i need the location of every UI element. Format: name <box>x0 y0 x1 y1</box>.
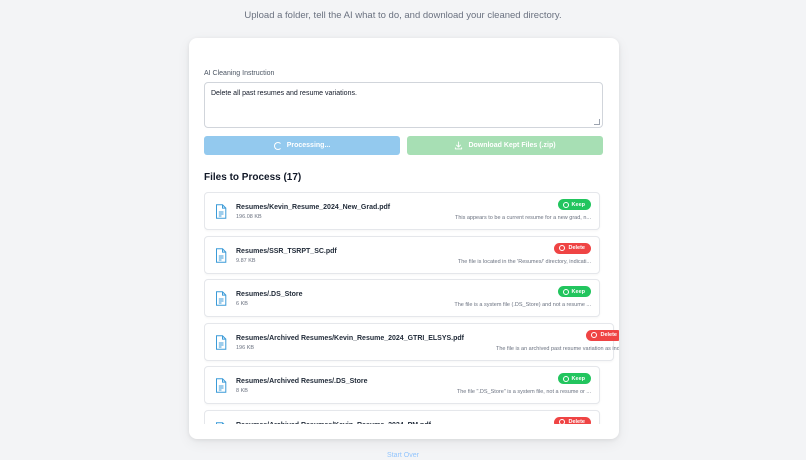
file-item: Resumes/SSR_TSRPT_SC.pdf 9.87 KB The file … <box>204 235 600 274</box>
badge-label: Keep <box>571 201 585 208</box>
check-circle-icon <box>562 201 569 208</box>
download-icon <box>455 141 463 150</box>
file-name: Resumes/Archived Resumes/.DS_Store <box>236 378 368 385</box>
badge-label: Keep <box>571 288 585 295</box>
document-icon <box>216 334 227 350</box>
delete-badge[interactable]: Delete <box>554 242 591 254</box>
main-card: AI Cleaning Instruction Delete all past … <box>189 38 619 439</box>
check-circle-icon <box>562 288 569 295</box>
file-name: Resumes/Archived Resumes/Kevin_Resume_20… <box>236 422 431 425</box>
instruction-textarea[interactable]: Delete all past resumes and resume varia… <box>204 82 603 128</box>
download-button-label: Download Kept Files (.zip) <box>468 142 556 149</box>
processing-button-label: Processing... <box>286 142 331 149</box>
start-over-link[interactable]: Start Over <box>0 452 806 459</box>
document-icon <box>216 204 227 219</box>
document-icon <box>216 421 225 424</box>
page-subtitle: Upload a folder, tell the AI what to do,… <box>244 10 562 21</box>
file-item: Resumes/Archived Resumes/Kevin_Resume_20… <box>204 322 619 361</box>
badge-label: Delete <box>568 419 585 424</box>
file-size: 196 KB <box>236 344 255 351</box>
download-button[interactable]: Download Kept Files (.zip) <box>407 136 603 155</box>
file-reason: The file is an archived past resume vari… <box>495 345 619 352</box>
resize-handle-icon[interactable] <box>594 119 600 125</box>
file-name: Resumes/SSR_TSRPT_SC.pdf <box>236 247 337 255</box>
document-icon <box>216 378 227 393</box>
files-section-title: Files to Process (17) <box>204 172 302 183</box>
x-circle-icon <box>559 419 566 424</box>
file-size: 8 KB <box>236 388 248 394</box>
file-size: 196.08 KB <box>236 214 262 220</box>
file-name: Resumes/Kevin_Resume_2024_New_Grad.pdf <box>236 204 391 211</box>
instruction-label: AI Cleaning Instruction <box>204 70 275 77</box>
file-name: Resumes/.DS_Store <box>236 291 303 298</box>
file-item: Resumes/Kevin_Resume_2024_New_Grad.pdf 19… <box>204 192 600 230</box>
file-item: Resumes/Archived Resumes/.DS_Store 8 KB Th… <box>204 366 600 404</box>
badge-label: Delete <box>568 245 585 251</box>
badge-label: Delete <box>600 332 617 338</box>
file-reason: The file is a system file (.DS_Store) an… <box>454 302 591 308</box>
file-item: Resumes/Archived Resumes/Kevin_Resume_20… <box>204 409 600 425</box>
keep-badge[interactable]: Keep <box>557 373 591 384</box>
file-list[interactable]: Resumes/Kevin_Resume_2024_New_Grad.pdf 19… <box>204 192 619 424</box>
keep-badge[interactable]: Keep <box>557 199 591 210</box>
document-icon <box>216 247 227 263</box>
file-reason: This appears to be a current resume for … <box>454 215 591 221</box>
file-name: Resumes/Archived Resumes/Kevin_Resume_20… <box>236 334 464 342</box>
processing-button[interactable]: Processing... <box>204 136 400 155</box>
delete-badge[interactable]: Delete <box>554 416 591 424</box>
file-reason: The file ".DS_Store" is a system file, n… <box>456 389 591 395</box>
file-reason: The file is located in the 'Resumes/' di… <box>457 258 591 265</box>
check-circle-icon <box>562 375 569 382</box>
delete-badge[interactable]: Delete <box>586 329 619 341</box>
spinner-icon <box>273 141 282 150</box>
badge-label: Keep <box>571 375 585 382</box>
file-size: 6 KB <box>236 301 248 307</box>
x-circle-icon <box>559 245 566 251</box>
keep-badge[interactable]: Keep <box>557 286 591 297</box>
instruction-text: Delete all past resumes and resume varia… <box>211 90 357 97</box>
document-icon <box>216 291 227 306</box>
x-circle-icon <box>591 332 598 338</box>
file-size: 9.87 KB <box>236 257 256 264</box>
file-item: Resumes/.DS_Store 6 KB The file is a syste… <box>204 279 600 317</box>
